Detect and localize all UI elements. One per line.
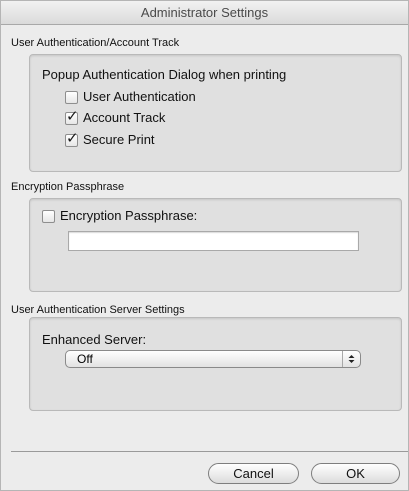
user-auth-section-label: User Authentication/Account Track [11, 37, 180, 49]
button-separator [11, 451, 408, 452]
encryption-section-label: Encryption Passphrase [11, 181, 125, 193]
secure-print-checkbox[interactable]: ✓ [65, 130, 79, 147]
encryption-passphrase-checkbox[interactable] [42, 210, 55, 223]
user-authentication-label: User Authentication [83, 89, 196, 104]
popup-auth-heading: Popup Authentication Dialog when printin… [42, 67, 287, 82]
account-track-label: Account Track [83, 110, 166, 125]
server-section-label: User Authentication Server Settings [11, 304, 185, 316]
cancel-button[interactable]: Cancel [208, 463, 299, 484]
administrator-settings-dialog: Administrator Settings User Authenticati… [0, 0, 409, 491]
enhanced-server-label: Enhanced Server: [42, 332, 147, 347]
enhanced-server-popup[interactable]: Off [65, 350, 361, 368]
checkmark-icon: ✓ [66, 129, 79, 147]
window-title: Administrator Settings [1, 1, 408, 25]
user-authentication-checkbox[interactable] [65, 91, 78, 104]
secure-print-label: Secure Print [83, 132, 155, 147]
enhanced-server-selected-value: Off [77, 352, 93, 366]
account-track-checkbox[interactable]: ✓ [65, 108, 79, 125]
ok-button[interactable]: OK [311, 463, 400, 484]
encryption-passphrase-label: Encryption Passphrase: [60, 208, 198, 223]
popup-arrows-icon [342, 351, 360, 367]
encryption-passphrase-input[interactable] [68, 231, 359, 251]
checkmark-icon: ✓ [66, 107, 79, 125]
